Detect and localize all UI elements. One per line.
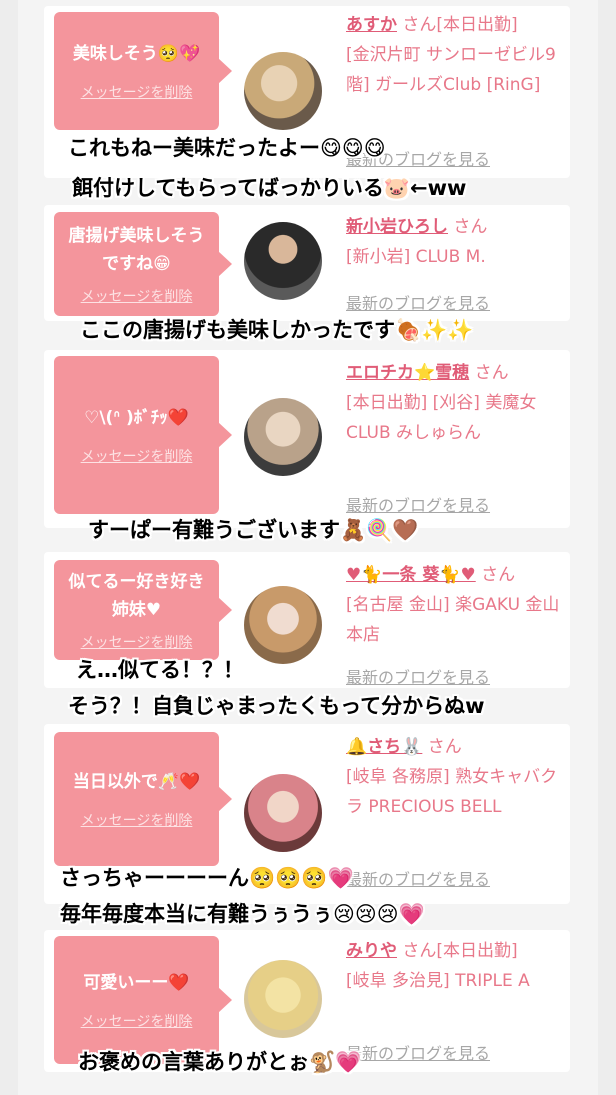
profile-info: みりや さん[本日出勤] [岐阜 多治見] TRIPLE A: [346, 936, 568, 996]
shop-location: [本日出勤] [刈谷] 美魔女CLUB みしゅらん: [346, 393, 537, 443]
latest-blog-link[interactable]: 最新のブログを見る: [346, 664, 490, 688]
caption-text: ここの唐揚げも美味しかったです🍖✨✨: [80, 318, 474, 342]
latest-blog-link[interactable]: 最新のブログを見る: [346, 1040, 490, 1064]
sender-name-link[interactable]: あすか: [346, 15, 397, 35]
shop-location: [岐阜 多治見] TRIPLE A: [346, 971, 530, 991]
caption-text: 餌付けしてもらってばっかりいる🐷←ww: [72, 176, 467, 200]
avatar[interactable]: [244, 222, 322, 300]
sender-name-link[interactable]: 新小岩ひろし: [346, 217, 448, 237]
honorific: さん: [402, 941, 437, 961]
avatar[interactable]: [244, 586, 322, 664]
message-bubble: 美味しそう🥺💖 メッセージを削除: [54, 12, 232, 130]
caption-text: お褒めの言葉ありがとぉ🐒💗: [78, 1050, 362, 1074]
caption-text: すーぱー有難うございます🧸🍭🤎: [88, 518, 419, 542]
profile-info: ♥🐈一条 葵🐈♥ さん [名古屋 金山] 楽GAKU 金山本店: [346, 560, 568, 650]
honorific: さん: [453, 217, 488, 237]
profile-info: エロチカ⭐雪穂 さん [本日出勤] [刈谷] 美魔女CLUB みしゅらん: [346, 358, 568, 448]
latest-blog-link[interactable]: 最新のブログを見る: [346, 290, 490, 314]
message-text: ♡\(ᐢ )ﾎﾞﾁｯ❤️: [84, 408, 189, 428]
delete-message-link[interactable]: メッセージを削除: [81, 286, 193, 306]
delete-message-link[interactable]: メッセージを削除: [81, 810, 193, 830]
delete-message-link[interactable]: メッセージを削除: [81, 1011, 193, 1031]
status-badge: [本日出勤]: [436, 941, 518, 961]
message-text: 当日以外で🥂❤️: [72, 772, 201, 792]
honorific: さん: [402, 15, 437, 35]
sender-name-link[interactable]: エロチカ⭐雪穂: [346, 363, 469, 383]
caption-text: これもねー美味だったよー😋😋😋: [68, 136, 386, 160]
shop-location: [名古屋 金山] 楽GAKU 金山本店: [346, 595, 560, 645]
honorific: さん: [474, 363, 509, 383]
profile-info: 🔔さち🐰 さん [岐阜 各務原] 熟女キャバクラ PRECIOUS BELL: [346, 732, 568, 822]
sender-name-link[interactable]: みりや: [346, 941, 397, 961]
latest-blog-link[interactable]: 最新のブログを見る: [346, 492, 490, 516]
profile-info: 新小岩ひろし さん [新小岩] CLUB M.: [346, 212, 568, 272]
avatar[interactable]: [244, 398, 322, 476]
avatar[interactable]: [244, 960, 322, 1038]
message-bubble: 可愛いーー❤️ メッセージを削除: [54, 936, 232, 1064]
avatar[interactable]: [244, 52, 322, 130]
message-bubble: 似てるー好き好き姉妹♥ メッセージを削除: [54, 560, 232, 660]
caption-text: そう？！自負じゃまったくもって分からぬw: [68, 694, 485, 718]
message-text: 唐揚げ美味しそうですね😁: [68, 226, 205, 274]
delete-message-link[interactable]: メッセージを削除: [81, 446, 193, 466]
message-bubble: 唐揚げ美味しそうですね😁 メッセージを削除: [54, 212, 232, 316]
message-bubble: ♡\(ᐢ )ﾎﾞﾁｯ❤️ メッセージを削除: [54, 356, 232, 514]
shop-location: [岐阜 各務原] 熟女キャバクラ PRECIOUS BELL: [346, 767, 558, 817]
caption-text: え…似てる！？！: [76, 658, 244, 682]
delete-message-link[interactable]: メッセージを削除: [81, 632, 193, 652]
sender-name-link[interactable]: 🔔さち🐰: [346, 737, 422, 757]
honorific: さん: [427, 737, 462, 757]
latest-blog-link[interactable]: 最新のブログを見る: [346, 866, 490, 890]
honorific: さん: [481, 565, 516, 585]
message-text: 美味しそう🥺💖: [72, 44, 201, 64]
message-text: 似てるー好き好き姉妹♥: [68, 572, 205, 620]
delete-message-link[interactable]: メッセージを削除: [81, 82, 193, 102]
profile-info: あすか さん[本日出勤] [金沢片町 サンローゼビル9階] ガールズClub […: [346, 10, 568, 100]
shop-location: [金沢片町 サンローゼビル9階] ガールズClub [RinG]: [346, 45, 556, 95]
message-text: 可愛いーー❤️: [83, 973, 190, 993]
sender-name-link[interactable]: ♥🐈一条 葵🐈♥: [346, 565, 476, 585]
avatar[interactable]: [244, 774, 322, 852]
message-bubble: 当日以外で🥂❤️ メッセージを削除: [54, 732, 232, 866]
status-badge: [本日出勤]: [436, 15, 518, 35]
caption-text: さっちゃーーーーん🥺🥺🥺💗: [60, 866, 354, 890]
caption-text: 毎年毎度本当に有難うぅうぅ😢😢😢💗: [60, 902, 425, 926]
shop-location: [新小岩] CLUB M.: [346, 247, 486, 267]
